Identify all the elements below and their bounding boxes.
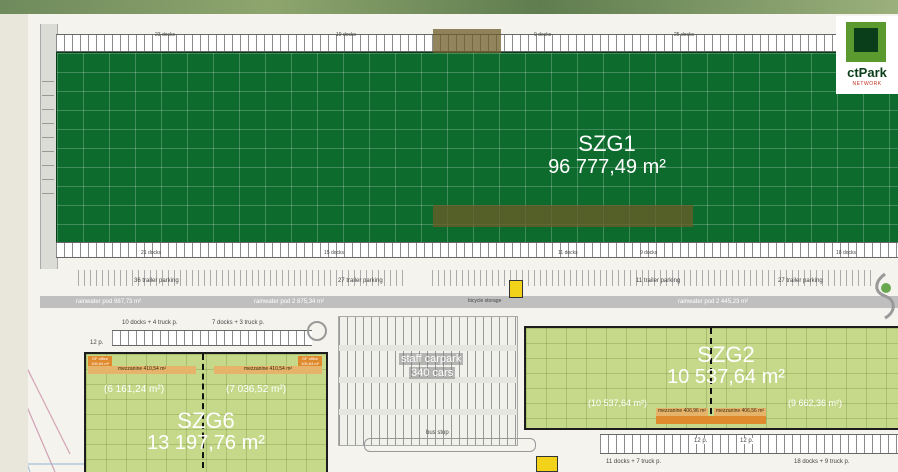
dock-label-bottom-5: 18 docks — [836, 250, 857, 256]
szg6-part-right: (7 036,52 m²) — [226, 384, 287, 395]
szg6-mezzanine-right: mezzanine 410,54 m² — [214, 366, 322, 374]
rainwater-pond-left: rainwater pod 987,73 m² — [76, 299, 142, 305]
szg2-dock-row — [600, 434, 898, 454]
guard-house — [509, 280, 523, 298]
ctpark-logo-text: ctPark — [847, 65, 887, 80]
bicycle-storage: bicycle storage — [468, 298, 502, 304]
szg6-docks-label-2: 7 docks + 3 truck p. — [212, 320, 265, 326]
szg6-part-left: (6 161,24 m²) — [104, 384, 165, 395]
building-szg1[interactable]: SZG1 96 777,49 m² — [56, 29, 898, 244]
building-szg2[interactable]: SZG2 10 537,64 m² (10 537,64 m²) (9 662,… — [524, 326, 898, 430]
bus-stop-label: bus stop — [426, 430, 449, 436]
szg6-office-left: GF office 105,64 m² — [88, 356, 112, 366]
szg6-mezzanine-left: mezzanine 410,54 m² — [88, 366, 196, 374]
trailer-parking-36: 36 trailer parking — [134, 278, 179, 284]
dock-label-bottom-4: 9 docks — [640, 250, 658, 256]
parking-12-right: 12 p. — [740, 438, 754, 444]
szg6-area: 13 197,76 m² — [147, 432, 265, 454]
szg6-docks-label: 10 docks + 4 truck p. — [122, 320, 178, 326]
parking-12-mid: 12 p. — [694, 438, 708, 444]
ctpark-logo-icon — [846, 22, 886, 62]
szg6-office-right: GF office 105,64 m² — [298, 356, 322, 366]
szg6-name: SZG6 — [177, 408, 235, 433]
ctpark-logo-subtitle: NETWORK — [852, 81, 882, 87]
szg2-docks-label: 11 docks + 7 truck p. — [606, 459, 662, 465]
dock-label-top-3: 9 docks — [534, 32, 552, 38]
szg6-dock-row — [112, 330, 312, 346]
staff-carpark-count: 340 cars — [409, 367, 456, 379]
szg2-mezzanine-right: mezzanine 406,56 m² — [714, 408, 766, 416]
trailer-parking-27a: 27 trailer parking — [338, 278, 383, 284]
szg2-part-left: (10 537,64 m²) — [588, 398, 648, 408]
turning-circle — [307, 321, 327, 341]
szg2-office-strip — [656, 416, 766, 424]
szg2-docks-label-2: 18 docks + 9 truck p. — [794, 459, 850, 465]
rainwater-pond-middle: rainwater pod 2 875,34 m² — [254, 299, 325, 305]
szg1-name: SZG1 — [578, 131, 636, 156]
aerial-photo-strip — [0, 0, 898, 14]
rainwater-pond-right: rainwater pod 2 445,23 m² — [678, 299, 749, 305]
guard-house-south — [536, 456, 558, 472]
left-parking-bays — [42, 74, 54, 194]
dock-row-bottom — [56, 242, 898, 258]
building-szg6[interactable]: GF office 105,64 m² GF office 105,64 m² … — [84, 352, 328, 472]
dock-label-bottom-2: 15 docks — [324, 250, 345, 256]
staff-carpark: staff carpark 340 cars — [338, 316, 518, 446]
ctpark-logo[interactable]: ctPark NETWORK — [836, 16, 898, 94]
dock-label-top-1: 23 docks — [155, 32, 176, 38]
szg1-office-block-bottom — [433, 205, 693, 227]
dock-label-bottom-1: 21 docks — [141, 250, 162, 256]
dock-label-top-4: 25 docks — [674, 32, 695, 38]
trailer-parking-11: 11 trailer parking — [636, 278, 681, 284]
szg1-office-block-top — [433, 29, 501, 53]
staff-carpark-label: staff carpark — [399, 353, 464, 365]
roundabout — [875, 272, 895, 320]
parking-12-left: 12 p. — [90, 340, 104, 346]
dock-label-bottom-3: 11 docks — [558, 250, 578, 256]
site-plan: utca 23 docks 19 docks 9 docks 25 docks … — [28, 14, 898, 472]
szg1-area: 96 777,49 m² — [548, 156, 666, 178]
trailer-parking-27b: 27 trailer parking — [778, 278, 823, 284]
szg2-mezzanine-left: mezzanine 406,96 m² — [656, 408, 708, 416]
dock-label-top-2: 19 docks — [336, 32, 357, 38]
szg2-area: 10 537,64 m² — [667, 366, 785, 388]
szg2-name: SZG2 — [697, 342, 755, 367]
szg2-part-right: (9 662,36 m²) — [788, 398, 843, 408]
bus-stop-lane — [364, 438, 536, 452]
